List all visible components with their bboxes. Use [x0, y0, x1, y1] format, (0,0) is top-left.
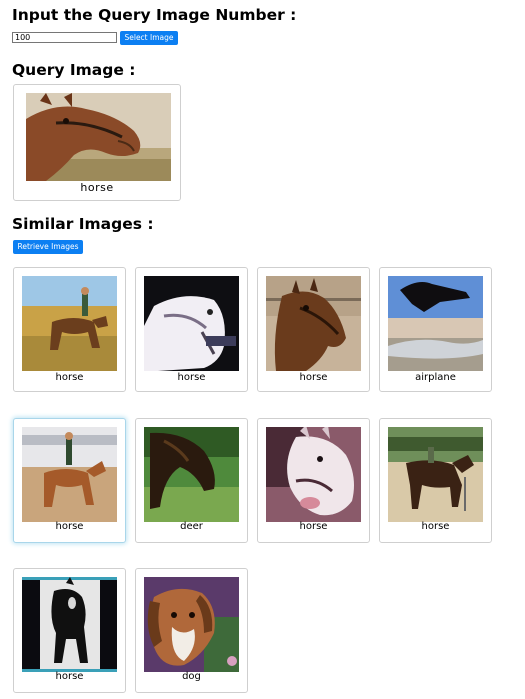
result-label: horse — [421, 521, 450, 532]
result-image — [266, 276, 361, 371]
select-image-button[interactable]: Select Image — [120, 31, 178, 45]
query-heading: Query Image : — [12, 61, 136, 79]
query-image-card: horse — [13, 84, 181, 201]
result-label: deer — [180, 521, 203, 532]
result-card[interactable]: airplane — [379, 267, 492, 392]
result-label: horse — [299, 521, 328, 532]
result-label: horse — [55, 372, 84, 383]
result-card[interactable]: deer — [135, 418, 248, 543]
result-card[interactable]: horse — [135, 267, 248, 392]
result-image — [144, 427, 239, 522]
input-heading: Input the Query Image Number : — [12, 6, 297, 24]
result-card[interactable]: horse — [257, 418, 370, 543]
query-number-input[interactable] — [12, 32, 117, 43]
result-image — [144, 577, 239, 672]
result-label: horse — [55, 521, 84, 532]
query-image-label: horse — [80, 181, 114, 194]
result-label: dog — [182, 671, 201, 682]
result-label: airplane — [415, 372, 456, 383]
result-image — [22, 577, 117, 672]
result-card[interactable]: horse — [13, 267, 126, 392]
result-label: horse — [177, 372, 206, 383]
result-card[interactable]: horse — [13, 568, 126, 693]
result-image — [144, 276, 239, 371]
retrieve-images-button[interactable]: Retrieve Images — [13, 240, 83, 254]
result-label: horse — [299, 372, 328, 383]
result-card[interactable]: dog — [135, 568, 248, 693]
query-image — [26, 93, 171, 181]
result-image — [266, 427, 361, 522]
result-card[interactable]: horse — [257, 267, 370, 392]
result-image — [388, 276, 483, 371]
result-image — [22, 276, 117, 371]
result-image — [22, 427, 117, 522]
result-card[interactable]: horse — [379, 418, 492, 543]
result-card[interactable]: horse — [13, 418, 126, 543]
result-image — [388, 427, 483, 522]
result-label: horse — [55, 671, 84, 682]
similar-heading: Similar Images : — [12, 215, 154, 233]
